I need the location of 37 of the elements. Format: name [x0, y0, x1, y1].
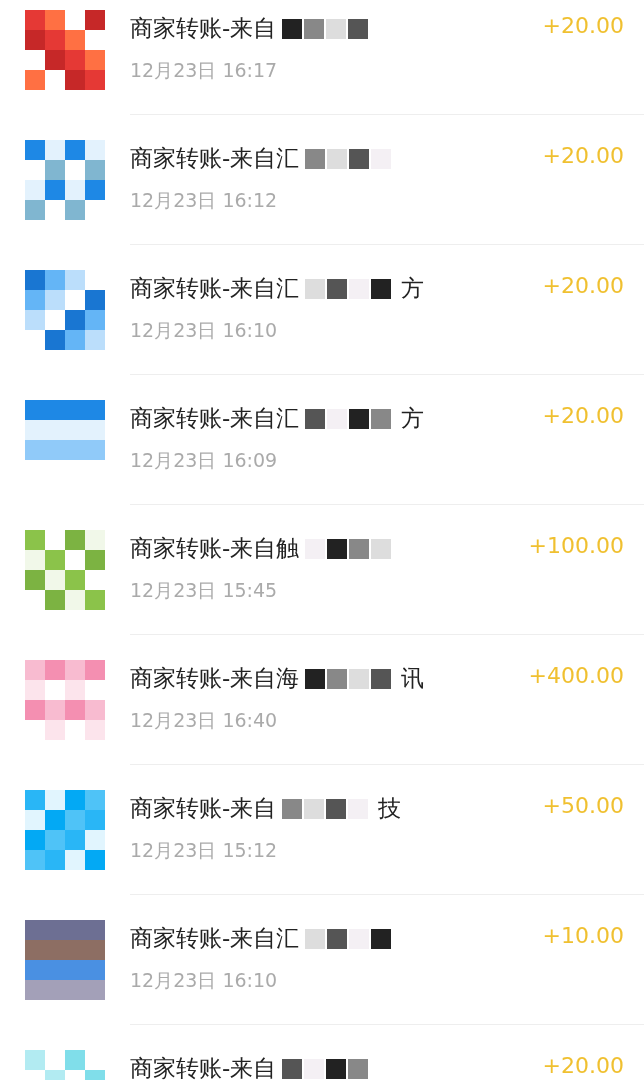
transaction-time: 12月23日 16:10 [130, 318, 279, 343]
transaction-title: 方 [401, 274, 425, 303]
transaction-title: 商家转账-来自海 [130, 664, 300, 693]
transaction-amount: +20.00 [542, 12, 624, 38]
transaction-time: 12月23日 16:12 [130, 188, 279, 213]
transaction-title: 商家转账-来自 [130, 1054, 277, 1080]
transaction-time: 12月23日 15:45 [130, 578, 279, 603]
pixelated-logo-icon [25, 10, 105, 90]
transaction-time: 12月23日 16:40 [130, 708, 279, 733]
transaction-title: 商家转账-来自触 [130, 534, 300, 563]
transaction-title: 技 [378, 794, 402, 823]
pixelated-logo-icon [25, 660, 105, 740]
transaction-amount: +50.00 [542, 792, 624, 818]
transaction-amount: +10.00 [542, 922, 624, 948]
transaction-amount: +20.00 [542, 272, 624, 298]
transaction-time: 12月23日 15:12 [130, 838, 279, 863]
transaction-title: 方 [401, 404, 425, 433]
transaction-title: 商家转账-来自汇 [130, 924, 300, 953]
transaction-time: 12月23日 16:10 [130, 968, 279, 993]
transaction-title: 商家转账-来自汇 [130, 144, 300, 173]
transaction-amount: +20.00 [542, 1052, 624, 1078]
pixelated-logo-icon [25, 140, 105, 220]
transaction-title: 商家转账-来自汇 [130, 404, 300, 433]
transaction-amount: +100.00 [528, 532, 624, 558]
transaction-title: 商家转账-来自 [130, 14, 277, 43]
transaction-amount: +400.00 [528, 662, 624, 688]
transaction-title: 商家转账-来自汇 [130, 274, 300, 303]
transaction-time: 12月23日 16:09 [130, 448, 279, 473]
transaction-amount: +20.00 [542, 402, 624, 428]
transaction-title: 商家转账-来自 [130, 794, 277, 823]
pixelated-logo-icon [25, 920, 105, 1000]
transaction-amount: +20.00 [542, 142, 624, 168]
transaction-time: 12月23日 16:17 [130, 58, 279, 83]
pixelated-logo-icon [25, 270, 105, 350]
pixelated-logo-icon [25, 530, 105, 610]
pixelated-logo-icon [25, 790, 105, 870]
transaction-title: 讯 [401, 664, 425, 693]
